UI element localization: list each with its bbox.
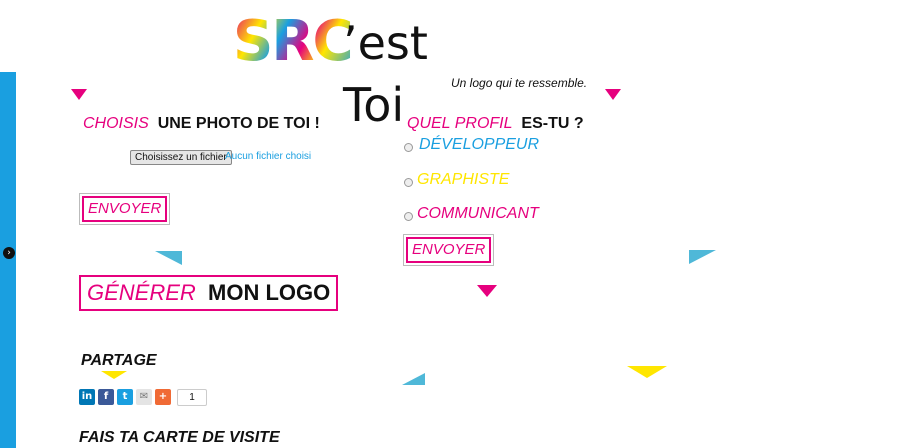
decor-triangle-icon — [402, 373, 425, 385]
expand-panel-icon[interactable]: › — [3, 247, 15, 259]
option-label-graphiste: GRAPHISTE — [417, 171, 510, 188]
profile-submit-label: ENVOYER — [406, 237, 492, 263]
left-edge-bar — [0, 72, 16, 448]
site-logo: SRC ’est Toi — [233, 9, 503, 133]
choose-file-button[interactable]: Choisissez un fichier — [130, 150, 232, 165]
business-card-heading: FAIS TA CARTE DE VISITE — [79, 429, 280, 446]
photo-section-heading: CHOISIS UNE PHOTO DE TOI ! — [83, 115, 320, 133]
decor-triangle-icon — [605, 89, 621, 100]
generate-main: MON LOGO — [208, 280, 331, 305]
photo-heading-accent: CHOISIS — [83, 115, 149, 132]
decor-triangle-icon — [155, 251, 182, 265]
tagline: Un logo qui te ressemble. — [451, 76, 588, 90]
radio-developpeur[interactable] — [404, 143, 413, 152]
option-label-communicant: COMMUNICANT — [417, 205, 539, 222]
email-icon[interactable]: ✉ — [136, 389, 152, 405]
share-count: 1 — [177, 389, 207, 406]
decor-triangle-icon — [477, 285, 497, 297]
profile-submit-button[interactable]: ENVOYER — [403, 234, 495, 266]
share-heading: PARTAGE — [81, 352, 157, 369]
decor-triangle-icon — [101, 371, 127, 379]
profile-heading-accent: QUEL PROFIL — [407, 115, 513, 132]
generate-logo-button[interactable]: GÉNÉRER MON LOGO — [79, 275, 339, 311]
radio-communicant[interactable] — [404, 212, 413, 221]
photo-heading-main: UNE PHOTO DE TOI ! — [157, 115, 320, 132]
logo-src-text: SRC — [233, 9, 354, 74]
option-label-developpeur: DÉVELOPPEUR — [419, 136, 540, 153]
profile-section-heading: QUEL PROFIL ES-TU ? — [407, 115, 584, 133]
twitter-icon[interactable]: t — [117, 389, 133, 405]
radio-graphiste[interactable] — [404, 178, 413, 187]
linkedin-icon[interactable]: in — [79, 389, 95, 405]
profile-heading-main: ES-TU ? — [521, 115, 584, 132]
more-share-icon[interactable]: + — [155, 389, 171, 405]
decor-triangle-icon — [689, 250, 716, 264]
generate-accent: GÉNÉRER — [87, 280, 196, 305]
file-status-text: Aucun fichier choisi — [225, 151, 312, 162]
photo-submit-button[interactable]: ENVOYER — [79, 193, 171, 225]
decor-triangle-icon — [627, 366, 667, 378]
photo-submit-label: ENVOYER — [82, 196, 168, 222]
facebook-icon[interactable]: f — [98, 389, 114, 405]
decor-triangle-icon — [71, 89, 87, 100]
